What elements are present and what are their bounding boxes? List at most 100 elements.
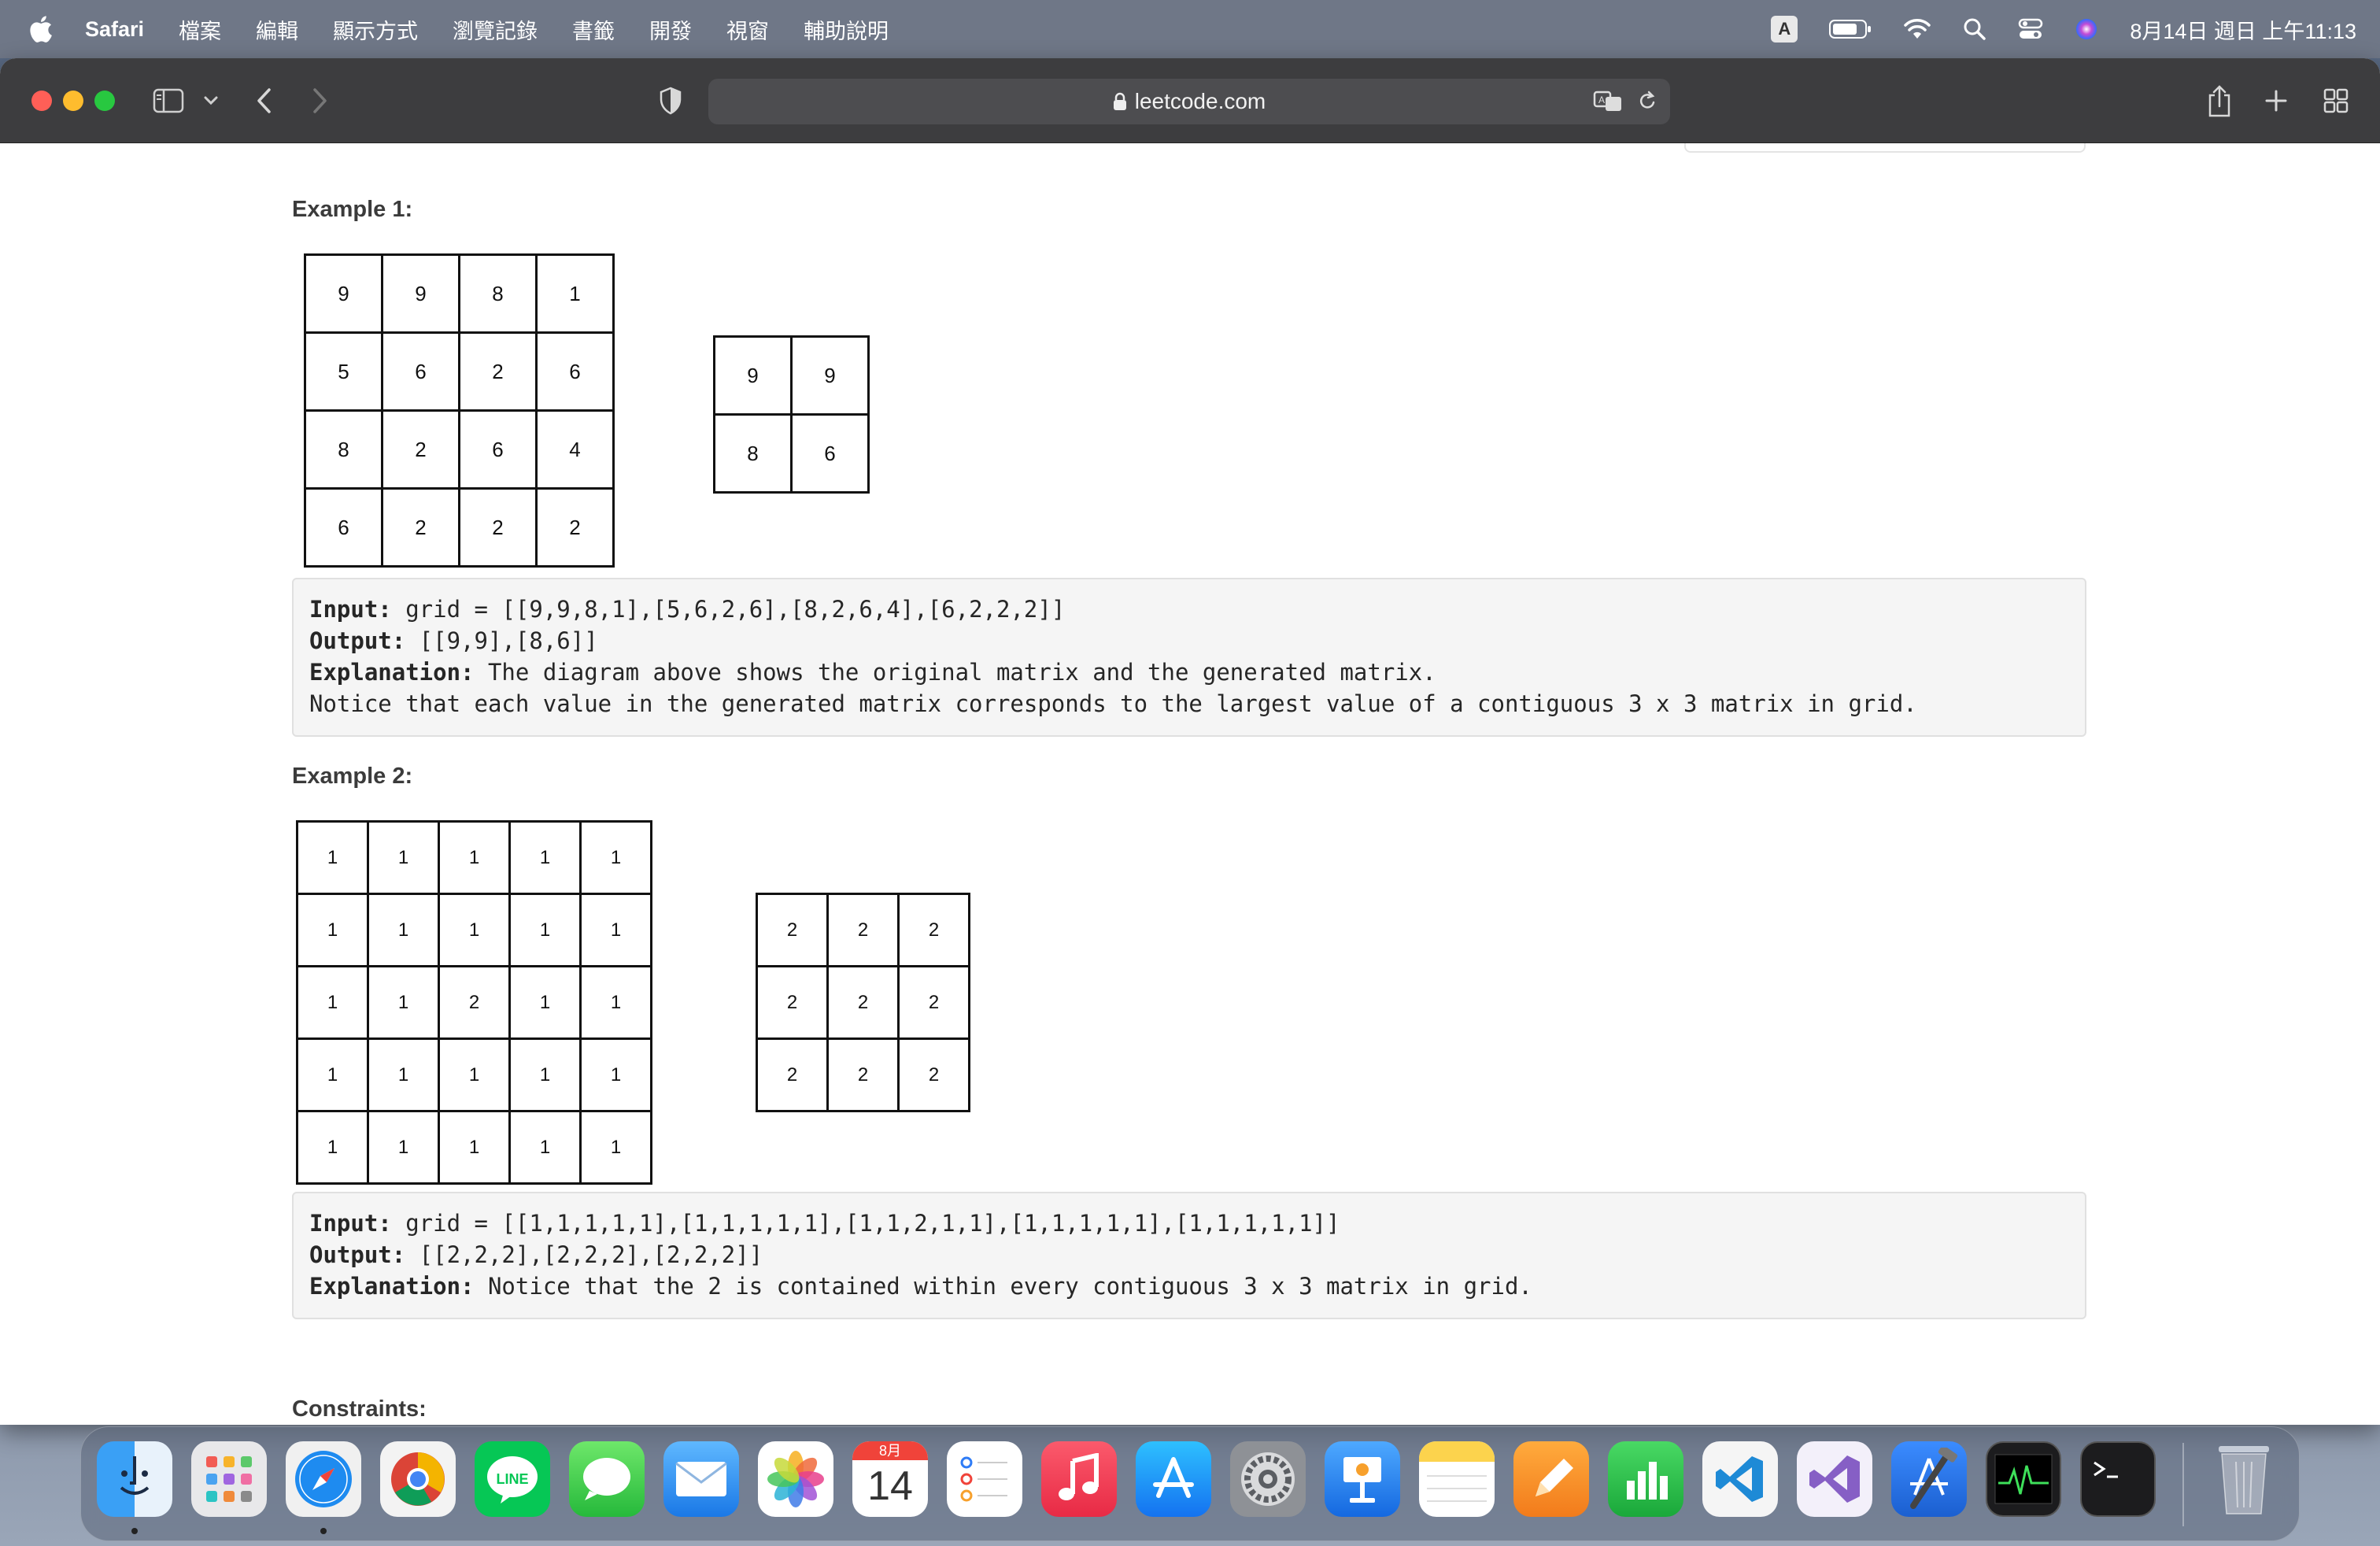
messages-icon[interactable] xyxy=(569,1441,645,1517)
spotlight-search-icon[interactable] xyxy=(1963,17,1986,41)
apple-icon[interactable] xyxy=(27,13,58,45)
grid-cell: 6 xyxy=(790,413,870,494)
running-indicator xyxy=(131,1528,138,1534)
photos-icon[interactable] xyxy=(758,1441,833,1517)
numbers-icon[interactable] xyxy=(1608,1441,1683,1517)
reload-icon[interactable] xyxy=(1637,91,1658,113)
grid-cell: 1 xyxy=(438,893,511,967)
line-icon-label: LINE xyxy=(496,1470,529,1487)
grid-cell: 9 xyxy=(304,253,383,334)
grid-cell: 1 xyxy=(367,893,440,967)
system-preferences-icon[interactable] xyxy=(1230,1441,1306,1517)
menu-file[interactable]: 檔案 xyxy=(179,14,221,45)
launchpad-icon[interactable] xyxy=(191,1441,267,1517)
battery-icon[interactable] xyxy=(1829,19,1872,39)
grid-cell: 1 xyxy=(367,1110,440,1185)
zoom-window-button[interactable] xyxy=(94,91,115,111)
finder-icon[interactable] xyxy=(97,1441,172,1517)
minimize-window-button[interactable] xyxy=(63,91,83,111)
output-value: [[9,9],[8,6]] xyxy=(405,627,598,654)
menu-app-name[interactable]: Safari xyxy=(85,17,144,42)
example-2-output-grid: 2 2 2 2 2 2 2 2 2 xyxy=(756,893,970,1112)
grid-cell: 1 xyxy=(296,1037,369,1112)
wifi-icon[interactable] xyxy=(1903,18,1931,40)
menu-develop[interactable]: 開發 xyxy=(649,14,692,45)
card-edge xyxy=(1684,143,2086,153)
input-label: Input: xyxy=(309,596,392,623)
explanation-text: Notice that the 2 is contained within ev… xyxy=(474,1273,1532,1300)
grid-cell: 6 xyxy=(304,487,383,568)
close-window-button[interactable] xyxy=(31,91,52,111)
music-icon[interactable] xyxy=(1041,1441,1117,1517)
reminders-icon[interactable] xyxy=(947,1441,1022,1517)
menu-help[interactable]: 輔助說明 xyxy=(804,14,889,45)
address-bar[interactable]: leetcode.com A xyxy=(708,79,1670,124)
grid-cell: 1 xyxy=(508,820,582,895)
trash-icon[interactable] xyxy=(2206,1441,2282,1517)
menu-clock[interactable]: 8月14日 週日 上午11:13 xyxy=(2130,14,2356,45)
grid-cell: 2 xyxy=(438,965,511,1040)
grid-cell: 2 xyxy=(897,965,970,1040)
line-icon[interactable]: LINE xyxy=(475,1441,550,1517)
keynote-icon[interactable] xyxy=(1325,1441,1400,1517)
xcode-icon[interactable] xyxy=(1891,1441,1967,1517)
grid-cell: 1 xyxy=(508,893,582,967)
browser-toolbar: leetcode.com A xyxy=(0,58,2380,143)
forward-button[interactable] xyxy=(305,85,334,117)
lock-icon xyxy=(1113,92,1126,110)
vscode-icon[interactable] xyxy=(1702,1441,1778,1517)
pages-icon[interactable] xyxy=(1513,1441,1589,1517)
constraints-title: Constraints: xyxy=(292,1396,427,1422)
dock-separator xyxy=(2182,1443,2184,1526)
tab-overview-icon[interactable] xyxy=(2322,87,2350,115)
dock: LINE 8月 14 xyxy=(80,1426,2300,1541)
grid-cell: 6 xyxy=(535,331,615,412)
translate-icon[interactable]: A xyxy=(1593,90,1623,113)
chevron-down-icon[interactable] xyxy=(200,90,222,112)
output-label: Output: xyxy=(309,1241,406,1268)
notes-icon[interactable] xyxy=(1419,1441,1495,1517)
menu-view[interactable]: 顯示方式 xyxy=(333,14,418,45)
menu-history[interactable]: 瀏覽記錄 xyxy=(453,14,538,45)
new-tab-icon[interactable] xyxy=(2262,87,2290,115)
grid-cell: 1 xyxy=(367,820,440,895)
grid-cell: 1 xyxy=(296,893,369,967)
input-label: Input: xyxy=(309,1210,392,1237)
grid-cell: 2 xyxy=(756,1037,829,1112)
menu-window[interactable]: 視窗 xyxy=(726,14,769,45)
app-store-icon[interactable] xyxy=(1136,1441,1211,1517)
share-icon[interactable] xyxy=(2204,82,2235,120)
activity-monitor-icon[interactable] xyxy=(1986,1441,2061,1517)
example-1-code-block: Input: grid = [[9,9,8,1],[5,6,2,6],[8,2,… xyxy=(292,578,2086,737)
explanation-label: Explanation: xyxy=(309,1273,475,1300)
control-center-icon[interactable] xyxy=(2018,17,2043,41)
back-button[interactable] xyxy=(250,85,279,117)
input-source-icon[interactable]: A xyxy=(1771,16,1798,43)
example-1-input-grid: 9 9 8 1 5 6 2 6 8 2 6 4 6 2 2 2 xyxy=(304,253,615,568)
example-1-title: Example 1: xyxy=(292,197,413,222)
visual-studio-icon[interactable] xyxy=(1797,1441,1872,1517)
url-text: leetcode.com xyxy=(1134,89,1266,113)
grid-cell: 1 xyxy=(579,965,652,1040)
grid-cell: 2 xyxy=(756,893,829,967)
sidebar-toggle-icon[interactable] xyxy=(151,87,186,115)
example-2-title: Example 2: xyxy=(292,764,413,789)
grid-cell: 1 xyxy=(508,965,582,1040)
safari-icon[interactable] xyxy=(286,1441,361,1517)
menu-edit[interactable]: 編輯 xyxy=(256,14,298,45)
grid-cell: 1 xyxy=(296,1110,369,1185)
calendar-icon[interactable]: 8月 14 xyxy=(852,1441,928,1517)
example-2-input-grid: 1 1 1 1 1 1 1 1 1 1 1 1 2 1 1 1 1 1 1 1 … xyxy=(296,820,652,1185)
grid-cell: 1 xyxy=(579,1110,652,1185)
grid-cell: 1 xyxy=(579,1037,652,1112)
grid-cell: 8 xyxy=(713,413,793,494)
mail-icon[interactable] xyxy=(663,1441,739,1517)
chrome-icon[interactable] xyxy=(380,1441,456,1517)
terminal-icon[interactable] xyxy=(2080,1441,2156,1517)
privacy-shield-icon[interactable] xyxy=(656,85,685,117)
input-value: grid = [[9,9,8,1],[5,6,2,6],[8,2,6,4],[6… xyxy=(391,596,1066,623)
grid-cell: 9 xyxy=(381,253,460,334)
grid-cell: 1 xyxy=(367,965,440,1040)
menu-bookmarks[interactable]: 書籤 xyxy=(572,14,615,45)
siri-icon[interactable] xyxy=(2075,17,2098,41)
